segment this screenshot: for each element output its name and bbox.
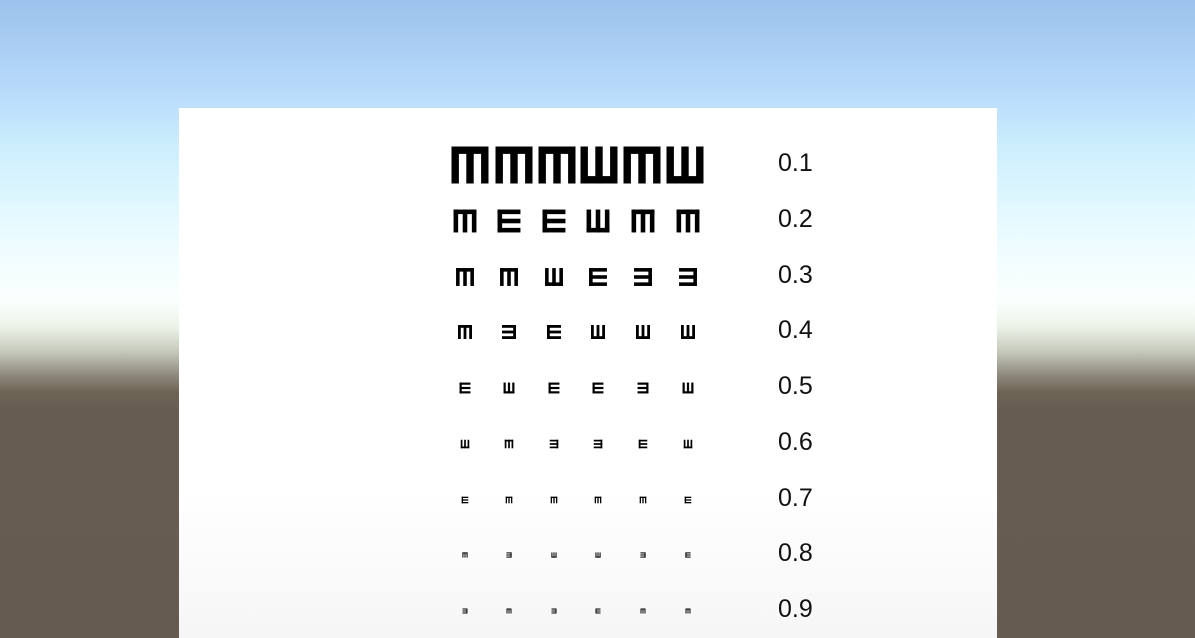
- tumbling-e-optotype-down: [538, 146, 576, 184]
- tumbling-e-optotype-down: [631, 209, 655, 233]
- tumbling-e-optotype-down: [506, 608, 512, 614]
- chart-row-0.8: 0.8: [179, 527, 997, 583]
- tumbling-e-optotype-right: [595, 608, 601, 614]
- tumbling-e-optotype-right: [461, 496, 469, 503]
- tumbling-e-optotype-up: [586, 209, 610, 233]
- tumbling-e-optotype-left: [634, 267, 652, 286]
- tumbling-e-optotype-right: [684, 496, 692, 503]
- tumbling-e-optotype-up: [682, 382, 694, 394]
- optotype-row-0.5: [459, 382, 694, 394]
- chart-row-0.9: 0.9: [179, 583, 997, 638]
- tumbling-e-optotype-down: [550, 496, 558, 503]
- optotype-row-0.1: [451, 146, 704, 184]
- tumbling-e-optotype-right: [542, 209, 566, 233]
- tumbling-e-optotype-down: [453, 209, 477, 233]
- tumbling-e-optotype-left: [551, 608, 557, 614]
- optotype-row-0.7: [461, 496, 692, 503]
- tumbling-e-optotype-down: [640, 608, 646, 614]
- tumbling-e-optotype-right: [592, 382, 604, 394]
- tumbling-e-optotype-right: [548, 382, 560, 394]
- acuity-label: 0.4: [778, 316, 813, 345]
- tumbling-e-optotype-right: [459, 382, 471, 394]
- tumbling-e-optotype-down: [685, 608, 691, 614]
- chart-row-0.5: 0.5: [179, 360, 997, 416]
- tumbling-e-optotype-down: [458, 325, 472, 340]
- tumbling-e-optotype-right: [685, 552, 691, 558]
- tumbling-e-optotype-right: [589, 267, 607, 286]
- tumbling-e-optotype-left: [593, 439, 603, 448]
- tumbling-e-optotype-down: [500, 267, 518, 286]
- acuity-label: 0.3: [778, 260, 813, 289]
- chart-row-0.2: 0.2: [179, 193, 997, 249]
- acuity-label: 0.1: [778, 149, 813, 177]
- tumbling-e-optotype-up: [591, 325, 605, 340]
- tumbling-e-optotype-up: [636, 325, 650, 340]
- tumbling-e-optotype-right: [497, 209, 521, 233]
- chart-row-0.3: 0.3: [179, 249, 997, 305]
- tumbling-e-optotype-up: [683, 439, 693, 448]
- chart-row-0.7: 0.7: [179, 472, 997, 528]
- tumbling-e-optotype-up: [551, 552, 557, 558]
- tumbling-e-optotype-up: [580, 146, 618, 184]
- tumbling-e-optotype-up: [666, 146, 704, 184]
- tumbling-e-optotype-up: [460, 439, 470, 448]
- tumbling-e-optotype-left: [637, 382, 649, 394]
- optotype-row-0.2: [453, 209, 700, 233]
- optotype-row-0.9: [462, 608, 691, 614]
- tumbling-e-optotype-up: [681, 325, 695, 340]
- chart-row-0.4: 0.4: [179, 304, 997, 360]
- optotype-row-0.3: [456, 267, 697, 286]
- tumbling-e-optotype-left: [549, 439, 559, 448]
- tumbling-e-optotype-left: [506, 552, 512, 558]
- sky-and-ground-background: 0.1 0.2 0.3 0.4 0.5 0.6 0.7 0.8 0.9: [0, 0, 1195, 638]
- optotype-row-0.8: [462, 552, 691, 558]
- tumbling-e-optotype-down: [495, 146, 533, 184]
- acuity-label: 0.7: [778, 483, 813, 512]
- optotype-row-0.6: [460, 439, 693, 448]
- tumbling-e-optotype-down: [456, 267, 474, 286]
- tumbling-e-optotype-down: [594, 496, 602, 503]
- tumbling-e-optotype-down: [462, 552, 468, 558]
- tumbling-e-optotype-right: [638, 439, 648, 448]
- acuity-label: 0.5: [778, 372, 813, 400]
- acuity-label: 0.8: [778, 539, 813, 568]
- chart-row-0.1: 0.1: [179, 137, 997, 193]
- chart-row-0.6: 0.6: [179, 416, 997, 472]
- tumbling-e-optotype-up: [545, 267, 563, 286]
- tumbling-e-optotype-down: [623, 146, 661, 184]
- tumbling-e-optotype-up: [595, 552, 601, 558]
- tumbling-e-optotype-left: [502, 325, 516, 340]
- acuity-label: 0.2: [778, 204, 813, 233]
- tumbling-e-optotype-down: [505, 496, 513, 503]
- acuity-label: 0.9: [778, 595, 813, 623]
- optotype-row-0.4: [458, 325, 695, 340]
- tumbling-e-optotype-down: [451, 146, 489, 184]
- tumbling-e-optotype-down: [676, 209, 700, 233]
- tumbling-e-optotype-left: [640, 552, 646, 558]
- tumbling-e-optotype-right: [547, 325, 561, 340]
- tumbling-e-optotype-down: [504, 439, 514, 448]
- tumbling-e-optotype-left: [679, 267, 697, 286]
- tumbling-e-optotype-left: [462, 608, 468, 614]
- acuity-label: 0.6: [778, 427, 813, 456]
- tumbling-e-optotype-up: [503, 382, 515, 394]
- tumbling-e-eye-chart: 0.1 0.2 0.3 0.4 0.5 0.6 0.7 0.8 0.9: [179, 108, 997, 638]
- tumbling-e-optotype-down: [639, 496, 647, 503]
